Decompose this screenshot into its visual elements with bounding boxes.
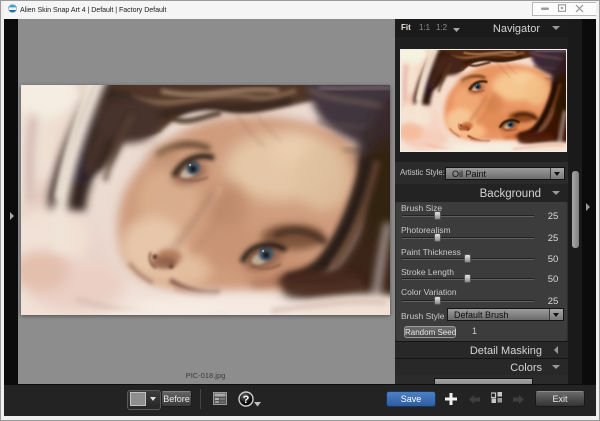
svg-text:?: ? <box>243 394 250 406</box>
